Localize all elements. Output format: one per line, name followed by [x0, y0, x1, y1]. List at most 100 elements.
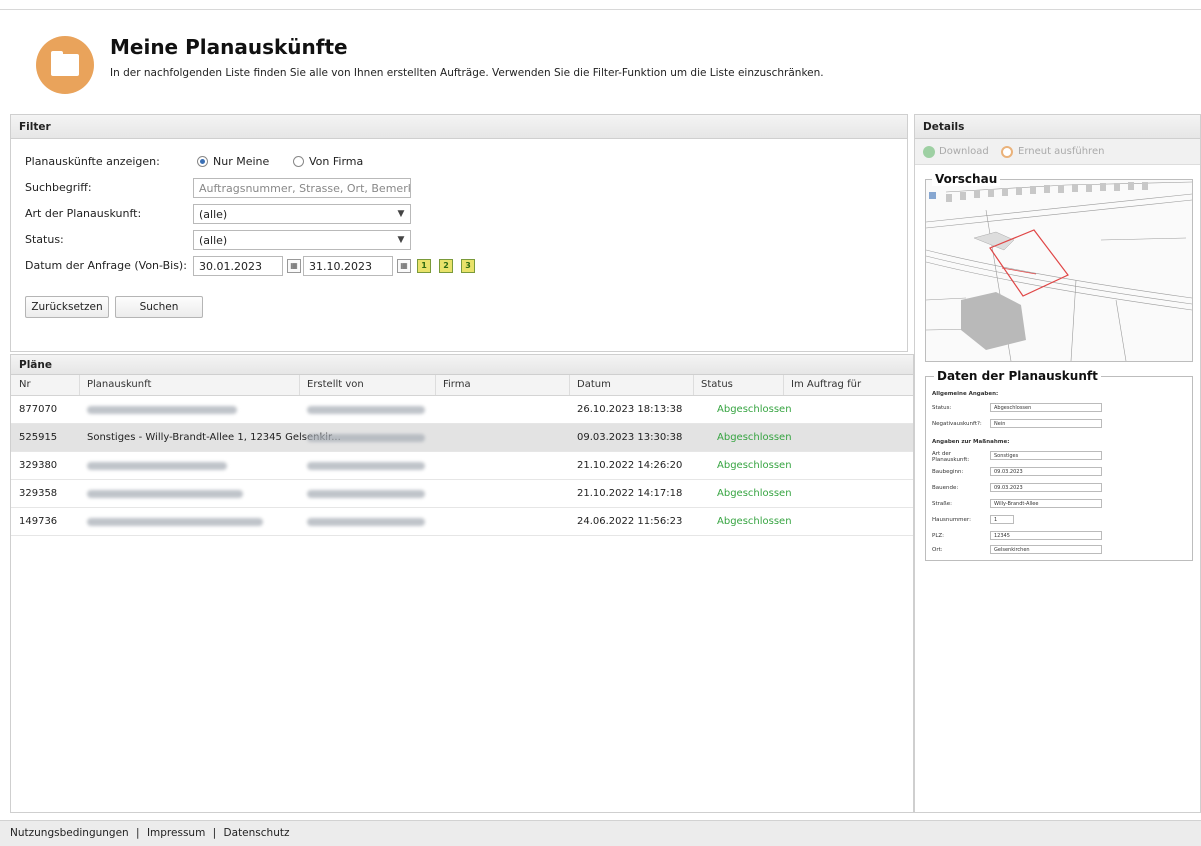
top-border — [0, 0, 1201, 10]
ort-value: Gelsenkirchen — [990, 545, 1102, 554]
plans-panel: Pläne Nr Planauskunft Erstellt von Firma… — [10, 354, 914, 813]
date-from-input[interactable]: 30.01.2023 — [193, 256, 283, 276]
status-value: Abgeschlossen — [990, 403, 1102, 412]
plans-title: Pläne — [11, 355, 913, 375]
details-toolbar: Download Erneut ausführen — [915, 139, 1200, 165]
cell-nr: 329380 — [19, 460, 58, 471]
terms-link[interactable]: Nutzungsbedingungen — [10, 827, 129, 839]
bauende-value: 09.03.2023 — [990, 483, 1102, 492]
cell-date: 21.10.2022 14:26:20 — [577, 460, 683, 471]
cell-date: 26.10.2023 18:13:38 — [577, 404, 683, 415]
download-button[interactable]: Download — [939, 146, 989, 157]
cell-plan-redacted — [87, 460, 227, 470]
radio-company-label[interactable]: Von Firma — [309, 155, 363, 168]
date-shortcut-icon[interactable]: 1 — [417, 259, 431, 273]
imprint-link[interactable]: Impressum — [147, 827, 205, 839]
cell-nr: 329358 — [19, 488, 58, 499]
date-label: Datum der Anfrage (Von-Bis): — [25, 259, 187, 272]
footer: Nutzungsbedingungen | Impressum | Datens… — [0, 820, 1201, 846]
status-label: Status: — [932, 405, 952, 411]
cell-nr: 525915 — [19, 432, 58, 443]
date-shortcut-icon[interactable]: 2 — [439, 259, 453, 273]
col-nr[interactable]: Nr — [19, 379, 31, 390]
calendar-icon[interactable]: ▦ — [287, 259, 301, 273]
art-value: Sonstiges — [990, 451, 1102, 460]
privacy-link[interactable]: Datenschutz — [224, 827, 290, 839]
table-header: Nr Planauskunft Erstellt von Firma Datum… — [11, 375, 913, 396]
cell-status: Abgeschlossen — [717, 460, 792, 471]
details-title: Details — [915, 115, 1200, 139]
cell-date: 09.03.2023 13:30:38 — [577, 432, 683, 443]
filter-title: Filter — [11, 115, 907, 139]
search-button[interactable]: Suchen — [115, 296, 203, 318]
page-title: Meine Planauskünfte — [110, 35, 348, 59]
cell-status: Abgeschlossen — [717, 432, 792, 443]
cell-date: 24.06.2022 11:56:23 — [577, 516, 683, 527]
status-select[interactable]: (alle) ▼ — [193, 230, 411, 250]
dropdown-arrow-icon[interactable]: ▼ — [392, 231, 410, 249]
bauende-label: Bauende: — [932, 485, 959, 491]
cell-plan-redacted — [87, 516, 263, 526]
footer-separator: | — [212, 827, 217, 839]
calendar-icon[interactable]: ▦ — [397, 259, 411, 273]
radio-company[interactable] — [293, 156, 304, 167]
page-subtitle: In der nachfolgenden Liste finden Sie al… — [110, 67, 824, 79]
strasse-value: Willy-Brandt-Allee — [990, 499, 1102, 508]
cell-status: Abgeschlossen — [717, 404, 792, 415]
hausnr-label: Hausnummer: — [932, 517, 971, 523]
art-label: Art der Planauskunft: — [932, 451, 970, 463]
preview-map[interactable] — [926, 180, 1192, 361]
col-by[interactable]: Erstellt von — [307, 379, 364, 390]
table-row[interactable]: 329380 21.10.2022 14:26:20 Abgeschlossen — [11, 452, 913, 480]
date-shortcut-icon[interactable]: 3 — [461, 259, 475, 273]
baubeginn-value: 09.03.2023 — [990, 467, 1102, 476]
negativ-value: Nein — [990, 419, 1102, 428]
date-to-input[interactable]: 31.10.2023 — [303, 256, 393, 276]
page-header: Meine Planauskünfte In der nachfolgenden… — [10, 10, 1201, 114]
table-row[interactable]: 329358 21.10.2022 14:17:18 Abgeschlossen — [11, 480, 913, 508]
cell-by-redacted — [307, 516, 425, 526]
search-input[interactable]: Auftragsnummer, Strasse, Ort, Bemerkun — [193, 178, 411, 198]
status-select-value: (alle) — [199, 234, 228, 247]
table-row[interactable]: 877070 26.10.2023 18:13:38 Abgeschlossen — [11, 396, 913, 424]
col-firma[interactable]: Firma — [443, 379, 471, 390]
cell-nr: 877070 — [19, 404, 58, 415]
plz-value: 12345 — [990, 531, 1102, 540]
hausnr-value: 1 — [990, 515, 1014, 524]
col-plan[interactable]: Planauskunft — [87, 379, 151, 390]
radio-mine[interactable] — [197, 156, 208, 167]
cell-nr: 149736 — [19, 516, 58, 527]
table-row[interactable]: 525915 Sonstiges - Willy-Brandt-Allee 1,… — [11, 424, 913, 452]
cell-date: 21.10.2022 14:17:18 — [577, 488, 683, 499]
cell-by-redacted — [307, 404, 425, 414]
cell-by-redacted — [307, 432, 425, 442]
type-select-value: (alle) — [199, 208, 228, 221]
col-status[interactable]: Status — [701, 379, 733, 390]
search-label: Suchbegriff: — [25, 181, 92, 194]
negativ-label: Negativauskunft?: — [932, 421, 982, 427]
measure-heading: Angaben zur Maßnahme: — [932, 439, 1010, 445]
cell-by-redacted — [307, 460, 425, 470]
table-row[interactable]: 149736 24.06.2022 11:56:23 Abgeschlossen — [11, 508, 913, 536]
rerun-icon — [1001, 146, 1013, 158]
general-heading: Allgemeine Angaben: — [932, 391, 999, 397]
radio-mine-label[interactable]: Nur Meine — [213, 155, 269, 168]
rerun-button[interactable]: Erneut ausführen — [1018, 146, 1104, 157]
col-auftrag[interactable]: Im Auftrag für — [791, 379, 861, 390]
baubeginn-label: Baubeginn: — [932, 469, 964, 475]
type-label: Art der Planauskunft: — [25, 207, 142, 220]
preview-box: Vorschau — [925, 172, 1193, 362]
status-label: Status: — [25, 233, 64, 246]
data-box: Daten der Planauskunft Allgemeine Angabe… — [925, 369, 1193, 561]
type-select[interactable]: (alle) ▼ — [193, 204, 411, 224]
cell-plan-redacted — [87, 488, 243, 498]
cell-plan-redacted — [87, 404, 237, 414]
data-title: Daten der Planauskunft — [934, 369, 1101, 383]
dropdown-arrow-icon[interactable]: ▼ — [392, 205, 410, 223]
reset-button[interactable]: Zurücksetzen — [25, 296, 109, 318]
download-icon — [923, 146, 935, 158]
folder-icon — [36, 36, 94, 94]
cell-status: Abgeschlossen — [717, 488, 792, 499]
col-date[interactable]: Datum — [577, 379, 611, 390]
footer-separator: | — [136, 827, 140, 839]
